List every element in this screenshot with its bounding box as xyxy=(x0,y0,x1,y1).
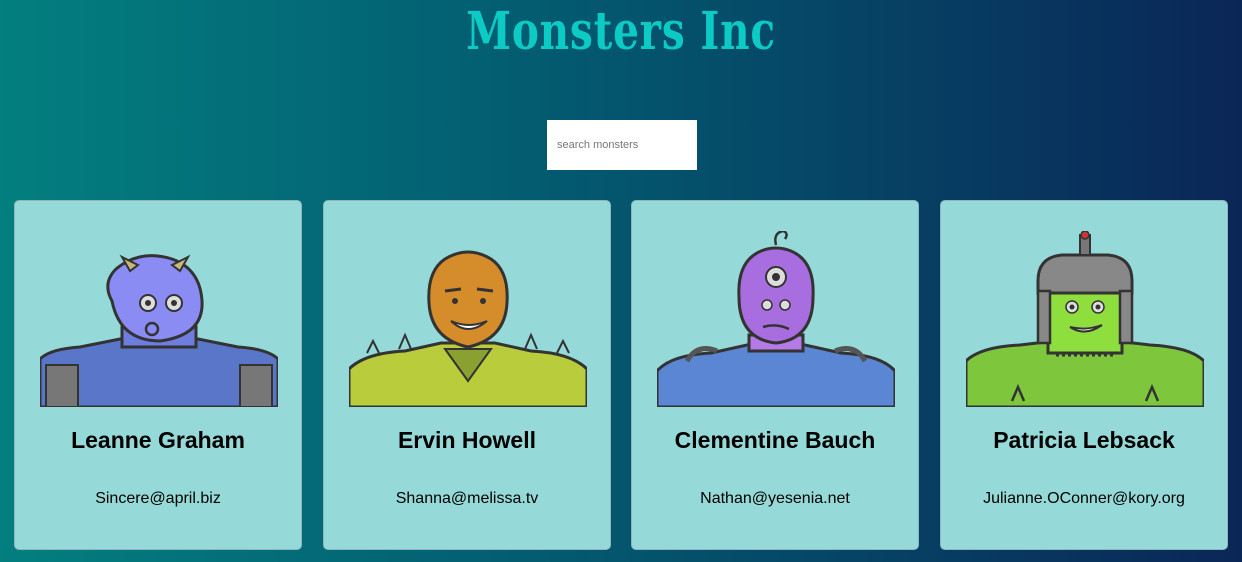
monster-name: Patricia Lebsack xyxy=(993,427,1175,453)
monster-email: Julianne.OConner@kory.org xyxy=(983,490,1185,507)
monster-email: Nathan@yesenia.net xyxy=(700,490,850,507)
monster-card: Ervin Howell Shanna@melissa.tv xyxy=(323,200,611,550)
monster-name: Ervin Howell xyxy=(397,427,537,453)
monster-name: Leanne Graham xyxy=(71,427,245,453)
monster-avatar-purple-cyclops xyxy=(657,231,895,407)
app-title: Monsters Inc xyxy=(466,1,776,62)
monster-card: Leanne Graham Sincere@april.biz xyxy=(14,200,302,550)
monster-card: Patricia Lebsack Julianne.OConner@kory.o… xyxy=(940,200,1228,550)
monster-avatar-blue-horned xyxy=(40,254,278,407)
monster-card: Clementine Bauch Nathan@yesenia.net xyxy=(631,200,919,550)
monster-avatar-orange-spiky xyxy=(349,250,587,407)
search-input[interactable] xyxy=(547,120,697,170)
monster-email: Sincere@april.biz xyxy=(95,490,221,507)
monster-email: Shanna@melissa.tv xyxy=(395,490,539,507)
monster-avatar-green-helmet xyxy=(966,231,1204,407)
monster-name: Clementine Bauch xyxy=(674,427,876,453)
